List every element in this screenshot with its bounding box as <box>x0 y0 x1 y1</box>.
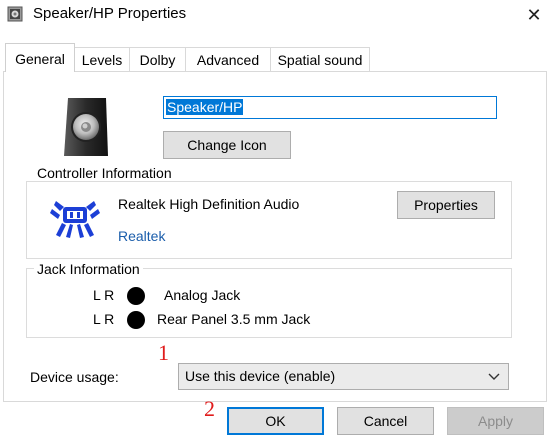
device-usage-label: Device usage: <box>30 369 119 385</box>
device-name-value: Speaker/HP <box>166 99 244 115</box>
tab-label: General <box>15 51 65 67</box>
close-icon: ✕ <box>526 5 542 25</box>
change-icon-button[interactable]: Change Icon <box>163 131 291 159</box>
tab-label: Spatial sound <box>277 52 363 68</box>
chevron-down-icon <box>488 373 500 380</box>
annotation-1: 1 <box>158 340 169 365</box>
device-name-input[interactable]: Speaker/HP <box>163 96 497 119</box>
title-bar: Speaker/HP Properties ✕ <box>0 0 550 30</box>
jack-info-heading: Jack Information <box>34 261 143 277</box>
close-button[interactable]: ✕ <box>522 3 546 27</box>
cancel-button[interactable]: Cancel <box>337 407 434 435</box>
tab-spatial-sound[interactable]: Spatial sound <box>270 47 370 71</box>
tab-advanced[interactable]: Advanced <box>185 47 271 71</box>
jack-label: Analog Jack <box>164 287 241 303</box>
tab-levels[interactable]: Levels <box>74 47 130 71</box>
realtek-crab-icon <box>50 201 100 238</box>
jack-connector-icon <box>127 311 145 329</box>
speaker-icon <box>7 6 23 22</box>
tab-dolby[interactable]: Dolby <box>129 47 186 71</box>
driver-name: Realtek High Definition Audio <box>118 196 300 212</box>
apply-button[interactable]: Apply <box>447 407 544 435</box>
controller-info-heading: Controller Information <box>34 165 175 181</box>
tab-label: Dolby <box>139 52 176 68</box>
tab-general[interactable]: General <box>5 43 75 72</box>
annotation-2: 2 <box>204 396 215 421</box>
jack-channels: L R <box>93 311 115 327</box>
properties-button[interactable]: Properties <box>397 191 495 219</box>
device-usage-value: Use this device (enable) <box>185 368 336 384</box>
jack-channels: L R <box>93 287 115 303</box>
ok-button[interactable]: OK <box>227 407 324 435</box>
jack-connector-icon <box>127 287 145 305</box>
vendor-link[interactable]: Realtek <box>118 228 165 244</box>
tab-label: Levels <box>81 52 123 68</box>
device-usage-select[interactable]: Use this device (enable) <box>178 363 509 390</box>
window-title: Speaker/HP Properties <box>33 5 187 22</box>
jack-label: Rear Panel 3.5 mm Jack <box>157 311 311 327</box>
jack-info-group <box>26 268 512 338</box>
tab-label: Advanced <box>196 52 260 68</box>
speaker-device-icon <box>64 98 108 156</box>
